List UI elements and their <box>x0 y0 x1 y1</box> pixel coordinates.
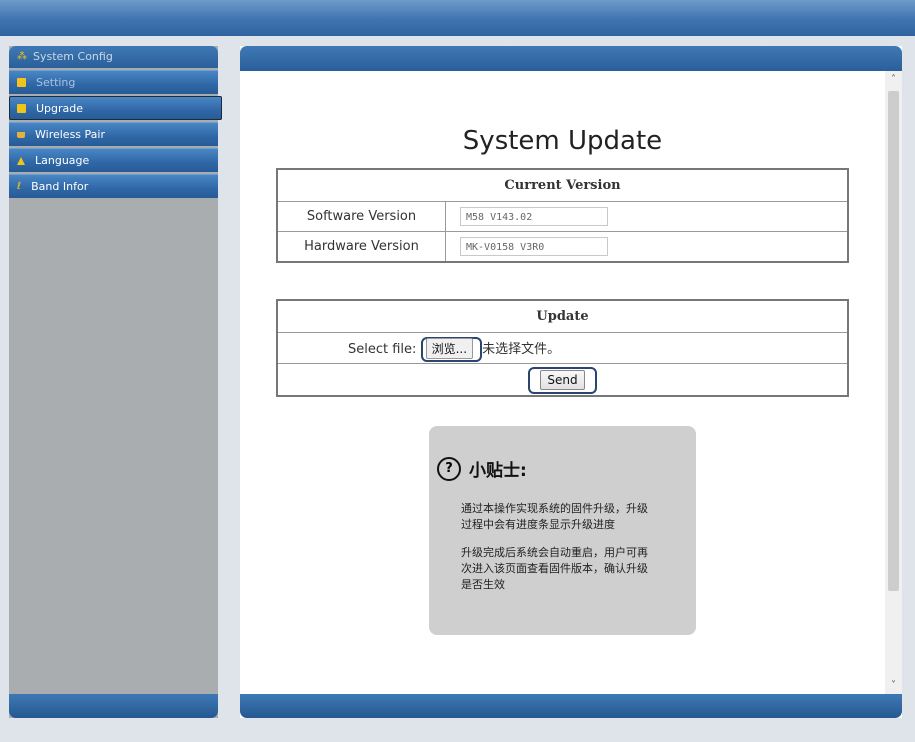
content-area: System Update Current Version Software V… <box>240 71 885 694</box>
top-banner <box>0 0 915 36</box>
browse-highlight: 浏览... <box>420 336 483 362</box>
monitor-icon <box>17 78 26 87</box>
update-table: Update Select file: 浏览... 未选择文件。 Send <box>276 299 849 397</box>
send-button[interactable]: Send <box>540 369 585 390</box>
tips-paragraph-2: 升级完成后系统会自动重启，用户可再次进入该页面查看固件版本，确认升级是否生效 <box>461 546 648 591</box>
home-icon <box>17 156 25 165</box>
browse-button[interactable]: 浏览... <box>425 337 474 359</box>
current-version-table: Current Version Software Version M58 V14… <box>276 168 849 263</box>
sidebar-footer <box>9 694 218 718</box>
sidebar-item-label: Wireless Pair <box>35 128 105 141</box>
hardware-version-label: Hardware Version <box>276 231 446 263</box>
tips-paragraph-1: 通过本操作实现系统的固件升级，升级过程中会有进度条显示升级进度 <box>461 502 648 531</box>
sidebar: ⁂ System Config Setting Upgrade Wireless… <box>9 46 222 718</box>
sidebar-item-label: Upgrade <box>36 102 84 115</box>
sidebar-header-label: System Config <box>33 50 113 63</box>
update-header: Update <box>276 299 849 333</box>
sidebar-item-setting[interactable]: Setting <box>9 70 218 94</box>
sidebar-item-label: Language <box>35 154 90 167</box>
config-icon: ⁂ <box>17 51 27 62</box>
sidebar-item-language[interactable]: Language <box>9 148 218 172</box>
sidebar-item-label: Setting <box>36 76 76 89</box>
page-title: System Update <box>462 126 663 156</box>
main-header-bar <box>240 46 902 71</box>
send-row: Send <box>276 363 849 397</box>
vertical-scrollbar[interactable]: ˄ ˅ <box>885 71 902 694</box>
current-version-header: Current Version <box>276 168 849 202</box>
sidebar-header: ⁂ System Config <box>9 46 218 68</box>
tips-title: 小贴士: <box>469 461 527 481</box>
sidebar-item-label: Band Infor <box>31 180 89 193</box>
main-footer-bar <box>240 694 902 718</box>
hardware-version-field: MK-V0158 V3R0 <box>460 237 608 256</box>
main-panel: System Update Current Version Software V… <box>240 46 902 718</box>
pair-icon <box>17 131 25 138</box>
scroll-down-icon[interactable]: ˅ <box>885 677 902 694</box>
software-version-label: Software Version <box>276 201 446 232</box>
sidebar-item-wireless-pair[interactable]: Wireless Pair <box>9 122 218 146</box>
sidebar-item-band-infor[interactable]: ℓ Band Infor <box>9 174 218 198</box>
question-icon: ? <box>437 456 461 481</box>
software-version-field: M58 V143.02 <box>460 207 608 226</box>
select-file-label: Select file: <box>348 341 417 357</box>
send-highlight: Send <box>528 366 597 394</box>
info-icon: ℓ <box>17 181 22 192</box>
disk-icon <box>17 104 26 113</box>
no-file-text: 未选择文件。 <box>482 341 561 357</box>
tips-box: ? 小贴士: 通过本操作实现系统的固件升级，升级过程中会有进度条显示升级进度 升… <box>429 426 696 635</box>
select-file-row: Select file: 浏览... 未选择文件。 <box>276 332 849 364</box>
scroll-thumb[interactable] <box>888 91 899 591</box>
scroll-up-icon[interactable]: ˄ <box>885 71 902 88</box>
sidebar-item-upgrade[interactable]: Upgrade <box>9 96 222 120</box>
